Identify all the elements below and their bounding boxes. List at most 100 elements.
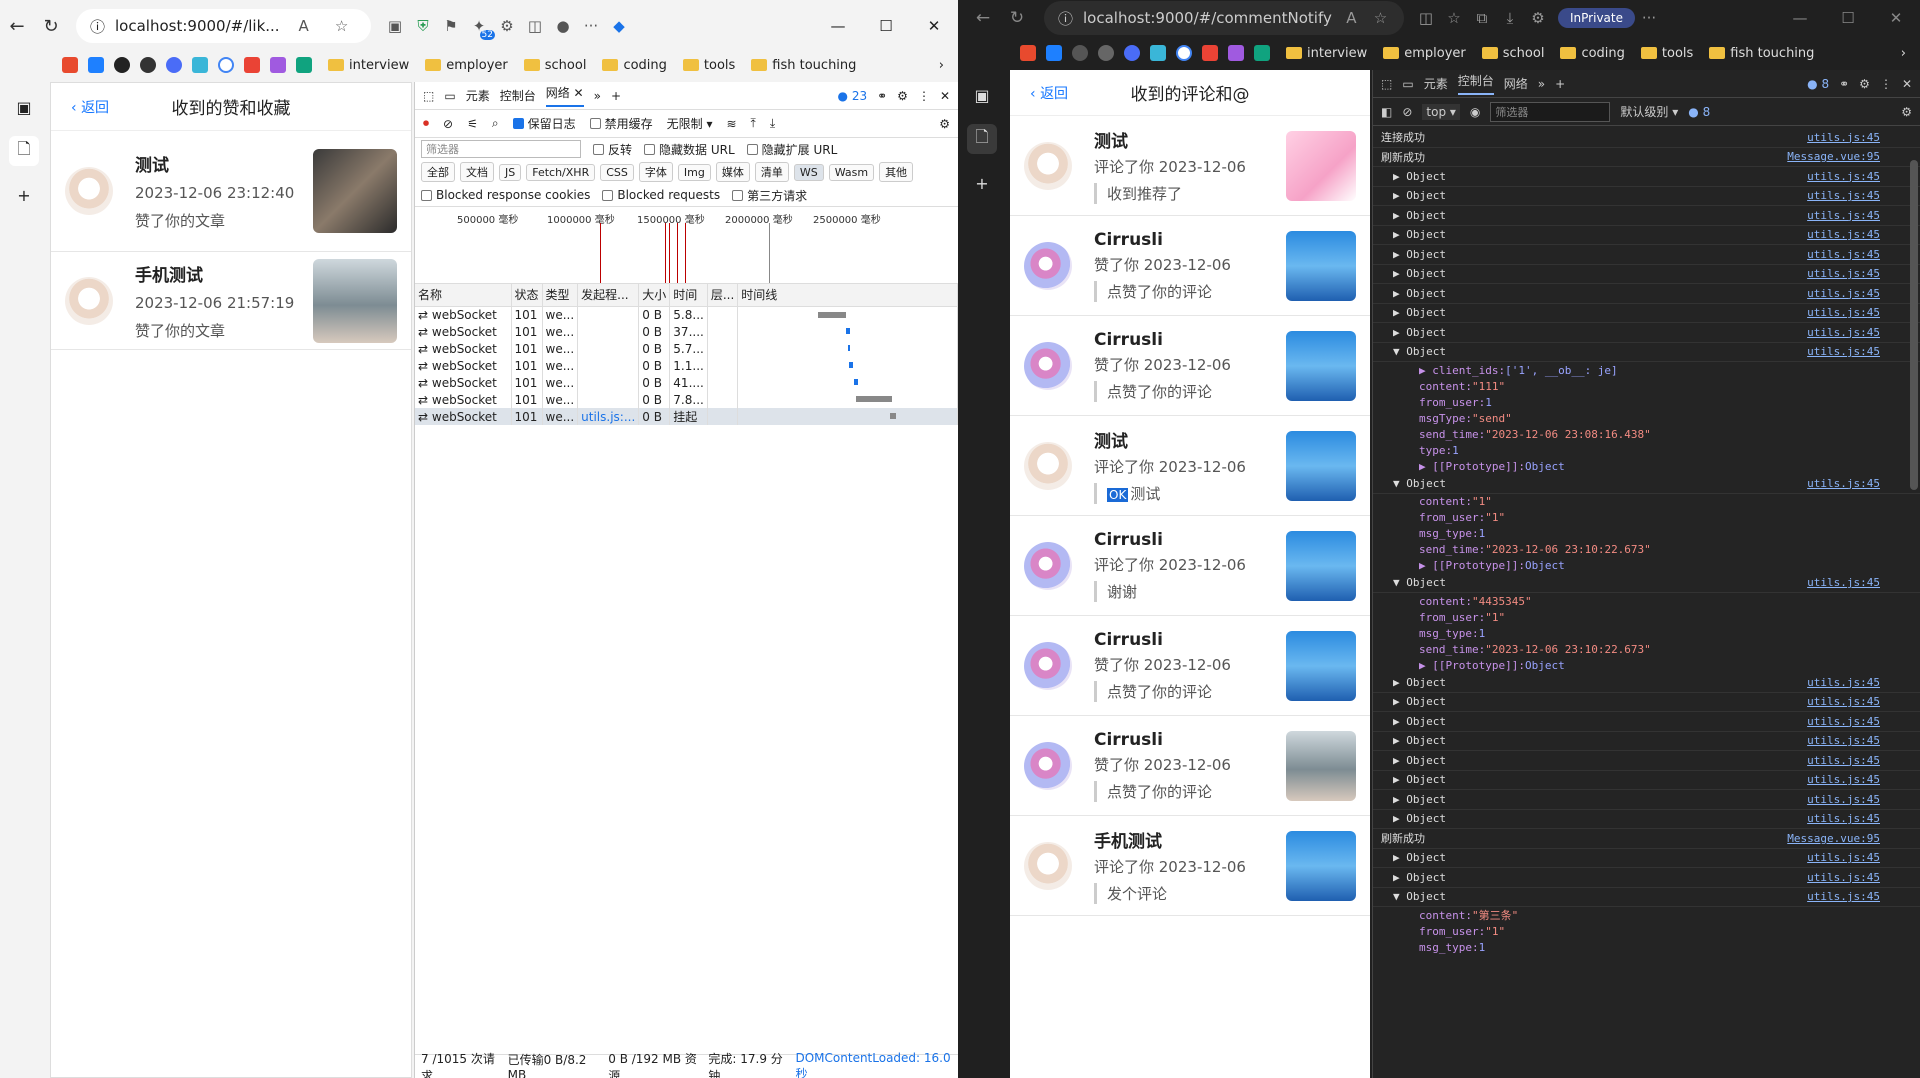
list-item[interactable]: 手机测试 2023-12-06 21:57:19 赞了你的文章 [51,252,411,350]
minimize-icon[interactable]: — [814,17,862,35]
avatar[interactable] [65,167,113,215]
console-source-link[interactable]: utils.js:45 [1807,715,1880,728]
type-fetch[interactable]: Fetch/XHR [526,163,596,181]
type-ws[interactable]: WS [793,163,824,181]
clear-icon[interactable]: ⊘ [443,117,453,131]
console-object[interactable]: ▶ Object utils.js:45 [1373,304,1920,323]
type-css[interactable]: CSS [600,163,634,181]
console-object[interactable]: ▶ Object utils.js:45 [1373,810,1920,829]
inspect-icon[interactable]: ⬚ [1381,77,1392,91]
maximize-icon[interactable]: ☐ [862,17,910,35]
console-object[interactable]: ▶ Object utils.js:45 [1373,868,1920,888]
col-initiator[interactable]: 发起程... [577,284,640,307]
type-other[interactable]: 其他 [879,162,914,182]
console-object[interactable]: ▶ Object utils.js:45 [1373,673,1920,693]
bookmark-juejin-icon[interactable] [88,57,104,73]
bookmark-folder-school[interactable]: school [1481,46,1544,61]
console-object[interactable]: ▼ Object utils.js:45 [1373,888,1920,907]
address-bar[interactable]: ⓘ localhost:9000/#/commentNotify A ☆ [1044,1,1404,35]
console-object[interactable]: ▼ Object utils.js:45 [1373,574,1920,593]
bookmark-folder-employer[interactable]: employer [425,58,508,73]
table-row[interactable]: ⇄ webSocket 101 we... 0 B 5.7... [415,340,958,357]
blocked-cookies-checkbox[interactable]: Blocked response cookies [421,188,590,202]
bookmark-folder-tools[interactable]: tools [682,58,735,73]
address-bar[interactable]: ⓘ localhost:9000/#/lik... A ☆ [76,9,371,43]
console-source-link[interactable]: utils.js:45 [1807,773,1880,786]
menu-dots-icon[interactable]: ⋮ [1880,77,1892,91]
article-thumbnail[interactable] [1286,330,1356,401]
initiator-link[interactable]: utils.js:... [577,408,640,425]
article-thumbnail[interactable] [1286,430,1356,501]
console-object[interactable]: ▶ Object utils.js:45 [1373,732,1920,751]
bookmark-globe-icon[interactable] [166,57,182,73]
console-object[interactable]: ▶ Object utils.js:45 [1373,187,1920,206]
favorites-icon[interactable]: ☆ [1440,4,1468,32]
bookmark-csdn-icon[interactable] [1020,45,1036,61]
level-issues-badge[interactable]: ● 8 [1688,105,1710,119]
bookmark-csdn-icon[interactable] [62,57,78,73]
export-icon[interactable]: ⤓ [770,116,775,131]
add-tab-icon[interactable]: + [611,89,621,103]
console-source-link[interactable]: utils.js:45 [1807,189,1880,202]
bookmark-google-icon[interactable] [218,57,234,73]
bookmark-folder-fish-touching[interactable]: fish touching [1709,46,1814,61]
device-toggle-icon[interactable]: ▭ [1402,77,1413,91]
console-source-link[interactable]: Message.vue:95 [1787,150,1880,163]
avatar[interactable] [1024,541,1072,590]
close-devtools-icon[interactable]: ✕ [1902,77,1912,91]
type-all[interactable]: 全部 [421,162,455,182]
tab-actions-icon[interactable]: ▣ [9,92,39,122]
settings-gear-icon[interactable]: ⚙ [897,89,908,103]
article-thumbnail[interactable] [1286,630,1356,701]
console-source-link[interactable]: utils.js:45 [1807,851,1880,864]
refresh-icon[interactable]: ↻ [34,9,68,43]
console-object[interactable]: ▶ Object utils.js:45 [1373,245,1920,265]
avatar[interactable] [1024,141,1072,190]
list-item[interactable]: Cirrusli 赞了你 2023-12-06 点赞了你的评论 [1010,616,1370,716]
console-source-link[interactable]: utils.js:45 [1807,326,1880,339]
console-source-link[interactable]: utils.js:45 [1807,695,1880,708]
console-source-link[interactable]: utils.js:45 [1807,170,1880,183]
bookmark-bot-icon[interactable] [1228,45,1244,61]
console-object[interactable]: ▶ Object utils.js:45 [1373,693,1920,712]
type-js[interactable]: JS [499,163,522,181]
read-aloud-icon[interactable]: A [1342,4,1361,32]
console-settings-icon[interactable]: ⚙ [1901,105,1912,119]
avatar[interactable] [1024,441,1072,490]
issues-badge[interactable]: ● 8 [1807,77,1829,91]
bookmark-openai-icon[interactable] [296,57,312,73]
more-tabs-icon[interactable]: » [594,89,601,103]
list-item[interactable]: 测试 评论了你 2023-12-06 OK 测试 [1010,416,1370,516]
list-item[interactable]: Cirrusli 赞了你 2023-12-06 点赞了你的评论 [1010,716,1370,816]
wifi-icon[interactable]: ≋ [726,117,736,131]
console-source-link[interactable]: utils.js:45 [1807,267,1880,280]
type-img[interactable]: Img [677,163,711,181]
table-row[interactable]: ⇄ webSocket 101 we... utils.js:... 0 B 挂起 [415,408,958,425]
puzzle-icon[interactable]: ⚙ [493,12,521,40]
col-type[interactable]: 类型 [542,284,579,307]
article-thumbnail[interactable] [1286,830,1356,901]
maximize-icon[interactable]: ☐ [1824,9,1872,27]
bookmarks-overflow-icon[interactable]: › [939,58,944,73]
tab-network[interactable]: 网络 [1504,75,1528,92]
more-tabs-icon[interactable]: » [1538,77,1545,91]
table-row[interactable]: ⇄ webSocket 101 we... 0 B 37.... [415,323,958,340]
refresh-icon[interactable]: ↻ [1000,1,1034,35]
bookmarks-overflow-icon[interactable]: › [1901,46,1906,61]
list-item[interactable]: 手机测试 评论了你 2023-12-06 发个评论 [1010,816,1370,916]
bookmark-folder-interview[interactable]: interview [328,58,409,73]
console-source-link[interactable]: utils.js:45 [1807,477,1880,490]
context-select[interactable]: top ▾ [1422,103,1460,120]
console-source-link[interactable]: utils.js:45 [1807,871,1880,884]
console-source-link[interactable]: utils.js:45 [1807,209,1880,222]
col-status[interactable]: 状态 [511,284,543,307]
bookmark-google-icon[interactable] [1176,45,1192,61]
console-object[interactable]: ▶ Object utils.js:45 [1373,206,1920,226]
tab-actions-icon[interactable]: ▣ [967,80,997,110]
article-thumbnail[interactable] [1286,730,1356,801]
console-source-link[interactable]: utils.js:45 [1807,793,1880,806]
bookmark-site-icon[interactable] [1098,45,1114,61]
close-icon[interactable]: ✕ [1872,9,1920,27]
new-tab-icon[interactable]: + [967,168,997,198]
level-select[interactable]: 默认级别 ▾ [1620,103,1678,120]
